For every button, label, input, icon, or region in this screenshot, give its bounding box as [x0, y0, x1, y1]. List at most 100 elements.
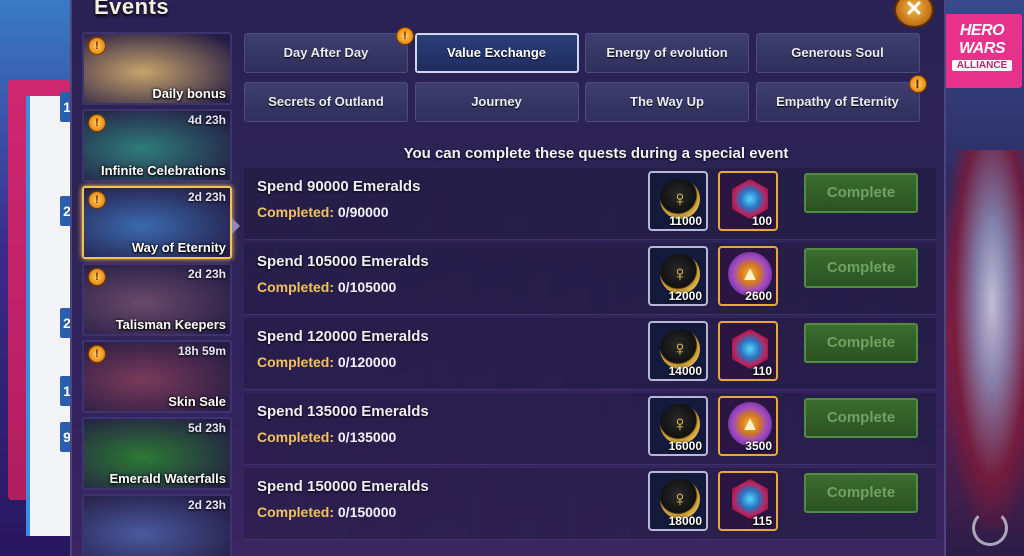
reward-slot[interactable]: ▲ 3500 — [718, 396, 778, 456]
tab-4[interactable]: Generous Soul — [755, 33, 920, 73]
reward-count: 11000 — [669, 214, 702, 228]
event-timer: 2d 23h — [187, 498, 226, 512]
tab-7[interactable]: The Way Up — [585, 82, 749, 122]
close-button[interactable]: ✕ — [894, 0, 934, 28]
close-icon: ✕ — [904, 0, 924, 21]
logo-text: HERO WARS — [959, 22, 1006, 57]
sidebar-item[interactable]: 2d 23h Talisman Keepers! — [82, 263, 232, 336]
gift-notification-icon: ! — [88, 37, 106, 55]
quest-title: Spend 105000 Emeralds — [257, 253, 429, 270]
sidebar-item-label: Way of Eternity — [131, 240, 226, 255]
reward-slot[interactable]: ♀ 16000 — [648, 396, 708, 456]
event-timer: 4d 23h — [187, 113, 226, 127]
reward-count: 110 — [752, 364, 772, 378]
sidebar-item[interactable]: Daily bonus! — [82, 32, 232, 105]
tab-label: Day After Day — [283, 45, 369, 60]
complete-button[interactable]: Complete — [804, 473, 918, 513]
reward-slot[interactable]: ♀ 18000 — [648, 471, 708, 531]
quest-title: Spend 120000 Emeralds — [257, 328, 429, 345]
progress-label: Completed: — [257, 429, 334, 445]
sidebar-item[interactable]: 4d 23h Infinite Celebrations! — [82, 109, 232, 182]
tab-label: Secrets of Outland — [268, 94, 384, 109]
gift-notification-icon: ! — [88, 114, 106, 132]
quest-row: Spend 135000 Emeralds Completed: 0/135000… — [244, 393, 936, 465]
quest-progress: Completed: 0/120000 — [257, 354, 396, 370]
gift-notification-icon: ! — [88, 268, 106, 286]
event-sidebar: Daily bonus! 4d 23h Infinite Celebrations!… — [82, 32, 232, 556]
tab-label: Empathy of Eternity — [776, 94, 899, 109]
complete-button[interactable]: Complete — [804, 398, 918, 438]
reward-count: 18000 — [668, 514, 702, 528]
reward-slot[interactable]: 110 — [718, 321, 778, 381]
quest-row: Spend 150000 Emeralds Completed: 0/150000… — [244, 468, 936, 540]
progress-value: 0/105000 — [337, 279, 397, 295]
reward-slot[interactable]: ♀ 11000 — [648, 171, 708, 231]
sidebar-item-label: Emerald Waterfalls — [109, 471, 226, 486]
tab-1[interactable]: Day After Day — [244, 33, 408, 73]
progress-label: Completed: — [257, 279, 334, 295]
ankh-coin-icon: ♀ — [660, 329, 700, 369]
progress-value: 0/150000 — [337, 504, 397, 520]
reward-count: 115 — [752, 514, 772, 528]
tab-label: Journey — [471, 94, 522, 109]
laurel-icon[interactable] — [972, 510, 1008, 546]
tab-3[interactable]: Energy of evolution — [585, 33, 749, 73]
sidebar-item[interactable]: 5d 23h Emerald Waterfalls — [82, 417, 232, 490]
event-timer: 2d 23h — [187, 267, 226, 281]
ankh-coin-icon: ♀ — [660, 479, 700, 519]
sidebar-item-label: Daily bonus — [152, 86, 226, 101]
reward-slot[interactable]: ♀ 12000 — [648, 246, 708, 306]
tab-5[interactable]: Secrets of Outland — [244, 82, 408, 122]
logo-subtext: ALLIANCE — [952, 60, 1012, 71]
quest-header: You can complete these quests during a s… — [403, 145, 789, 162]
progress-label: Completed: — [257, 354, 334, 370]
background-left: 1 2 2 1 9 — [0, 0, 80, 556]
quest-progress: Completed: 0/90000 — [257, 204, 389, 220]
progress-value: 0/135000 — [337, 429, 397, 445]
tab-8[interactable]: Empathy of Eternity! — [755, 75, 927, 122]
event-timer: 18h 59m — [177, 344, 226, 358]
soul-gem-icon — [732, 179, 768, 219]
gift-notification-icon: ! — [908, 75, 927, 93]
quest-row: Spend 105000 Emeralds Completed: 0/105000… — [244, 243, 936, 315]
reward-count: 14000 — [668, 364, 702, 378]
event-timer: 5d 23h — [187, 421, 226, 435]
sidebar-item-label: Talisman Keepers — [115, 317, 226, 332]
soul-gem-icon — [732, 329, 768, 369]
sidebar-item[interactable]: 2d 23h Way of Eternity! — [82, 186, 232, 259]
gift-notification-icon: ! — [396, 27, 414, 45]
reward-slot[interactable]: ♀ 14000 — [648, 321, 708, 381]
progress-value: 0/90000 — [337, 204, 389, 220]
complete-button[interactable]: Complete — [804, 173, 918, 213]
quest-row: Spend 90000 Emeralds Completed: 0/90000 ♀ 1… — [244, 168, 936, 240]
reward-slot[interactable]: 115 — [718, 471, 778, 531]
gift-notification-icon: ! — [88, 191, 106, 209]
sidebar-item-label: Skin Sale — [168, 394, 226, 409]
progress-label: Completed: — [257, 504, 334, 520]
complete-button[interactable]: Complete — [804, 323, 918, 363]
progress-value: 0/120000 — [337, 354, 397, 370]
progress-label: Completed: — [257, 204, 334, 220]
event-timer: 2d 23h — [187, 190, 226, 204]
selected-indicator-icon — [232, 218, 240, 234]
ankh-coin-icon: ♀ — [660, 179, 700, 219]
tab-label: The Way Up — [630, 94, 704, 109]
tab-label: Energy of evolution — [606, 45, 728, 60]
reward-slot[interactable]: 100 — [718, 171, 778, 231]
sidebar-item[interactable]: 18h 59m Skin Sale! — [82, 340, 232, 413]
reward-slot[interactable]: ▲ 2600 — [718, 246, 778, 306]
quest-progress: Completed: 0/150000 — [257, 504, 396, 520]
soul-gem-icon — [732, 479, 768, 519]
tab-6[interactable]: Journey — [414, 82, 579, 122]
ankh-coin-icon: ♀ — [660, 404, 700, 444]
sidebar-item[interactable]: 2d 23h — [82, 494, 232, 556]
quest-progress: Completed: 0/105000 — [257, 279, 396, 295]
tab-2[interactable]: Value Exchange — [414, 33, 579, 73]
reward-count: 100 — [751, 214, 772, 228]
quest-row: Spend 120000 Emeralds Completed: 0/120000… — [244, 318, 936, 390]
reward-count: 2600 — [745, 289, 772, 303]
tab-label: Value Exchange — [447, 45, 546, 60]
ankh-coin-icon: ♀ — [660, 254, 700, 294]
complete-button[interactable]: Complete — [804, 248, 918, 288]
reward-count: 12000 — [668, 289, 702, 303]
